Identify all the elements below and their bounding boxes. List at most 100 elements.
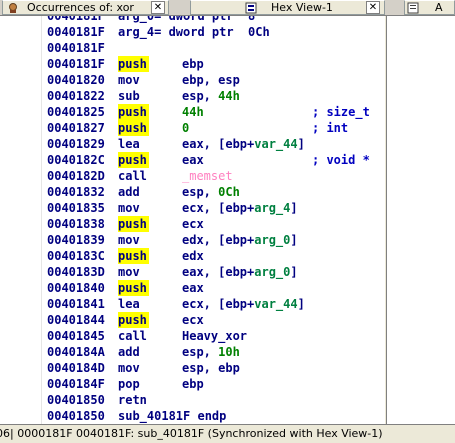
address: 0040181F — [47, 41, 105, 55]
operand[interactable]: esp, 0Ch — [182, 184, 240, 200]
operand[interactable]: ecx, [ebp+var_44] — [182, 296, 305, 312]
mnemonic[interactable]: add — [118, 184, 140, 200]
address: 0040181F — [47, 16, 105, 23]
mnemonic-highlighted[interactable]: push — [118, 216, 149, 232]
close-icon[interactable]: ✕ — [151, 1, 165, 14]
mnemonic[interactable]: lea — [118, 136, 140, 152]
address: 0040184D — [47, 361, 105, 375]
operand-number: 0 — [182, 121, 190, 135]
mnemonic[interactable]: pop — [118, 376, 140, 392]
mnemonic[interactable]: call — [118, 328, 147, 344]
address: 00401827 — [47, 121, 105, 135]
address: 00401838 — [47, 217, 105, 231]
operand-text: edx — [182, 249, 204, 263]
stack-var-definition: arg_0= dword ptr 8 — [118, 16, 256, 23]
operand-number: 44h — [218, 89, 240, 103]
status-text: 06| 0000181F 0040181F: sub_40181F (Synch… — [0, 427, 383, 440]
operand[interactable]: ebp — [182, 56, 204, 72]
address: 00401850 — [47, 393, 105, 407]
comment: ; void * — [312, 153, 370, 167]
operand[interactable]: edx — [182, 248, 204, 264]
operand[interactable]: esp, 44h — [182, 88, 240, 104]
operand-text: ecx — [182, 217, 204, 231]
operand-text: eax — [182, 153, 204, 167]
operand[interactable]: eax, [ebp+arg_0] — [182, 264, 298, 280]
operand-prefix: esp, — [182, 185, 219, 199]
operand-prefix: eax, [ebp+ — [182, 265, 255, 279]
arrows-gutter — [0, 16, 41, 424]
side-panel — [387, 16, 455, 424]
operand[interactable]: Heavy_xor — [182, 328, 247, 344]
operand-prefix: esp, — [182, 345, 219, 359]
operand[interactable]: esp, ebp — [182, 360, 240, 376]
mnemonic[interactable]: mov — [118, 232, 140, 248]
operand-text: esp, ebp — [182, 361, 240, 375]
operand[interactable]: edx, [ebp+arg_0] — [182, 232, 298, 248]
operand-prefix: eax, [ebp+ — [182, 137, 255, 151]
operand-suffix: ] — [290, 201, 298, 215]
tab-hex-view[interactable]: Hex View-1 ✕ — [190, 0, 385, 15]
mnemonic[interactable]: lea — [118, 296, 140, 312]
mnemonic[interactable]: retn — [118, 392, 147, 408]
operand-text: ebp — [182, 377, 204, 391]
hex-view-icon — [245, 2, 257, 14]
operand-number: 0Ch — [218, 185, 240, 199]
mnemonic[interactable]: mov — [118, 360, 140, 376]
operand-prefix: ecx, [ebp+ — [182, 201, 255, 215]
disassembly-listing[interactable]: 0040181F arg_0= dword ptr 8 0040181F arg_4=… — [0, 16, 384, 424]
operand-text: ebp — [182, 57, 204, 71]
mnemonic[interactable]: add — [118, 344, 140, 360]
address: 00401825 — [47, 105, 105, 119]
mnemonic-highlighted[interactable]: push — [118, 312, 149, 328]
operand[interactable]: eax — [182, 280, 204, 296]
operand[interactable]: esp, 10h — [182, 344, 240, 360]
operand[interactable]: ecx — [182, 216, 204, 232]
operand[interactable]: ebp, esp — [182, 72, 240, 88]
operand-prefix: ecx, [ebp+ — [182, 297, 255, 311]
operand[interactable]: ecx, [ebp+arg_4] — [182, 200, 298, 216]
mnemonic-highlighted[interactable]: push — [118, 120, 149, 136]
operand-label: var_44 — [254, 297, 298, 311]
operand[interactable]: _memset — [182, 168, 233, 184]
operand-suffix: ] — [297, 297, 305, 311]
operand[interactable]: eax — [182, 152, 204, 168]
operand-text: ecx — [182, 313, 204, 327]
address: 00401850 — [47, 409, 105, 423]
mnemonic-highlighted[interactable]: push — [118, 280, 149, 296]
mnemonic[interactable]: sub — [118, 88, 140, 104]
mnemonic-highlighted[interactable]: push — [118, 248, 149, 264]
operand[interactable]: ebp — [182, 376, 204, 392]
operand[interactable]: 44h — [182, 104, 204, 120]
operand-suffix: ] — [290, 265, 298, 279]
operand-import: _memset — [182, 169, 233, 183]
operand[interactable]: ecx — [182, 312, 204, 328]
structures-icon — [407, 2, 419, 14]
address: 0040182D — [47, 169, 105, 183]
mnemonic[interactable]: sub_40181F endp — [118, 408, 226, 424]
operand-text: eax — [182, 281, 204, 295]
operand-number: 10h — [218, 345, 240, 359]
operand-number: 44h — [182, 105, 204, 119]
tab-next[interactable]: A — [404, 0, 455, 15]
operand-text: Heavy_xor — [182, 329, 248, 343]
mnemonic[interactable]: mov — [118, 200, 140, 216]
address: 00401841 — [47, 297, 105, 311]
mnemonic-highlighted[interactable]: push — [118, 56, 149, 72]
close-icon[interactable]: ✕ — [366, 1, 380, 14]
tab-occurrences[interactable]: Occurrences of: xor ✕ — [2, 0, 169, 15]
mnemonic-highlighted[interactable]: push — [118, 152, 149, 168]
address: 0040184F — [47, 377, 105, 391]
address: 0040184A — [47, 345, 105, 359]
address: 0040181F — [47, 57, 105, 71]
mnemonic[interactable]: call — [118, 168, 147, 184]
operand-suffix: ] — [290, 233, 298, 247]
occurrences-icon — [9, 3, 17, 13]
operand[interactable]: 0 — [182, 120, 189, 136]
comment: ; int — [312, 121, 349, 135]
address: 00401829 — [47, 137, 105, 151]
operand[interactable]: eax, [ebp+var_44] — [182, 136, 305, 152]
operand-label: arg_0 — [254, 265, 291, 279]
mnemonic[interactable]: mov — [118, 264, 140, 280]
mnemonic-highlighted[interactable]: push — [118, 104, 149, 120]
mnemonic[interactable]: mov — [118, 72, 140, 88]
